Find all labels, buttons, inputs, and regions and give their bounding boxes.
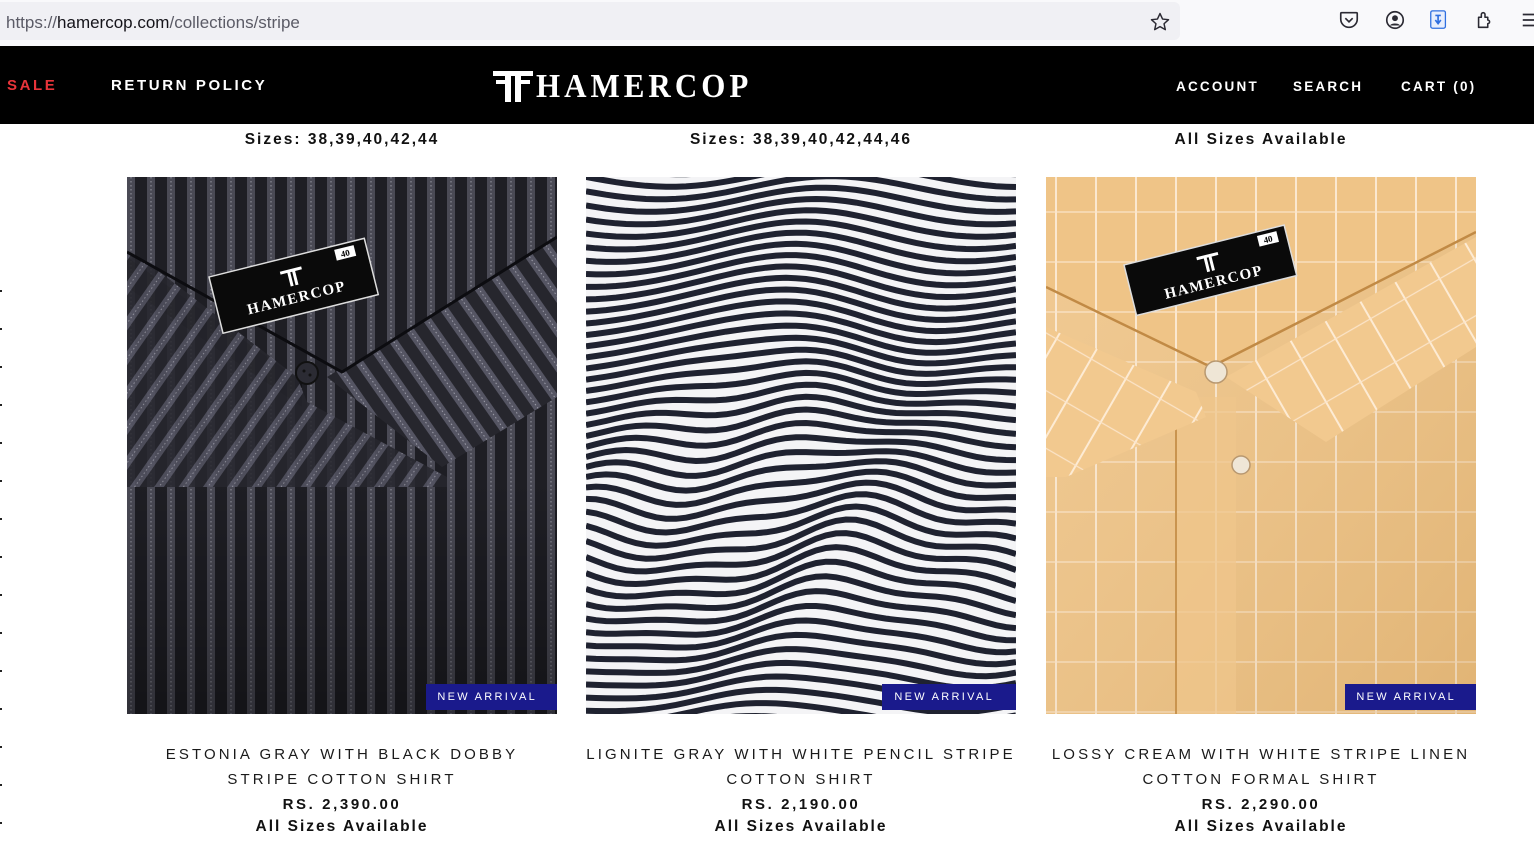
edge-tick [0,290,2,292]
product-card[interactable]: NEW ARRIVAL LIGNITE GRAY WITH WHITE PENC… [586,177,1016,836]
product-card[interactable]: 40 HAMERCOP NEW ARRIVAL LOSSY CREAM WITH… [1046,177,1476,836]
new-arrival-badge: NEW ARRIVAL [882,684,1016,710]
edge-tick [0,480,2,482]
edge-tick [0,632,2,634]
translate-icon[interactable] [1428,9,1450,31]
product-title[interactable]: LOSSY CREAM WITH WHITE STRIPE LINEN COTT… [1046,742,1476,792]
edge-tick [0,594,2,596]
menu-icon[interactable] [1520,9,1534,31]
edge-tick [0,328,2,330]
previous-product-sizes: Sizes: 38,39,40,42,44 [244,131,440,148]
nav-account-link[interactable]: ACCOUNT [1176,79,1259,94]
edge-tick [0,708,2,710]
previous-product-sizes: Sizes: 38,39,40,42,44,46 [689,131,913,148]
edge-tick [0,442,2,444]
nav-cart-link[interactable]: CART (0) [1401,79,1476,94]
new-arrival-badge: NEW ARRIVAL [1345,684,1476,710]
extensions-icon[interactable] [1474,9,1496,31]
site-header: SALE RETURN POLICY HAMERCOP ACCOUNT SEAR… [0,46,1534,124]
nav-search-link[interactable]: SEARCH [1293,79,1363,94]
product-sizes: All Sizes Available [1174,818,1348,835]
previous-product-sizes: All Sizes Available [1174,131,1348,148]
url-text[interactable]: https://hamercop.com/collections/stripe [6,13,300,33]
product-image[interactable]: 40 HAMERCOP NEW ARRIVAL [1046,177,1476,714]
browser-toolbar: https://hamercop.com/collections/stripe [0,0,1534,46]
edge-tick [0,366,2,368]
edge-tick [0,670,2,672]
product-title[interactable]: LIGNITE GRAY WITH WHITE PENCIL STRIPE CO… [586,742,1016,792]
edge-tick [0,404,2,406]
nav-return-policy-link[interactable]: RETURN POLICY [111,77,267,94]
edge-tick [0,784,2,786]
pocket-icon[interactable] [1338,9,1360,31]
product-card[interactable]: 40 HAMERCOP NEW ARRIVAL ESTONIA GRAY WIT… [127,177,557,836]
nav-sale-link[interactable]: SALE [7,77,57,94]
product-sizes: All Sizes Available [255,818,429,835]
logo-mark-icon [493,71,533,102]
edge-tick [0,746,2,748]
edge-tick [0,556,2,558]
product-sizes: All Sizes Available [714,818,888,835]
product-price: RS. 2,190.00 [741,796,861,813]
product-price: RS. 2,290.00 [1201,796,1321,813]
edge-tick [0,822,2,824]
new-arrival-badge: NEW ARRIVAL [426,684,557,710]
logo-text: HAMERCOP [536,66,753,105]
product-image[interactable]: 40 HAMERCOP NEW ARRIVAL [127,177,557,714]
account-icon[interactable] [1384,9,1406,31]
address-bar[interactable]: https://hamercop.com/collections/stripe [0,2,1180,40]
product-price: RS. 2,390.00 [282,796,402,813]
product-image[interactable]: NEW ARRIVAL [586,177,1016,714]
site-logo[interactable]: HAMERCOP [492,66,752,106]
edge-tick [0,518,2,520]
star-icon[interactable] [1149,11,1171,33]
product-title[interactable]: ESTONIA GRAY WITH BLACK DOBBY STRIPE COT… [127,742,557,792]
